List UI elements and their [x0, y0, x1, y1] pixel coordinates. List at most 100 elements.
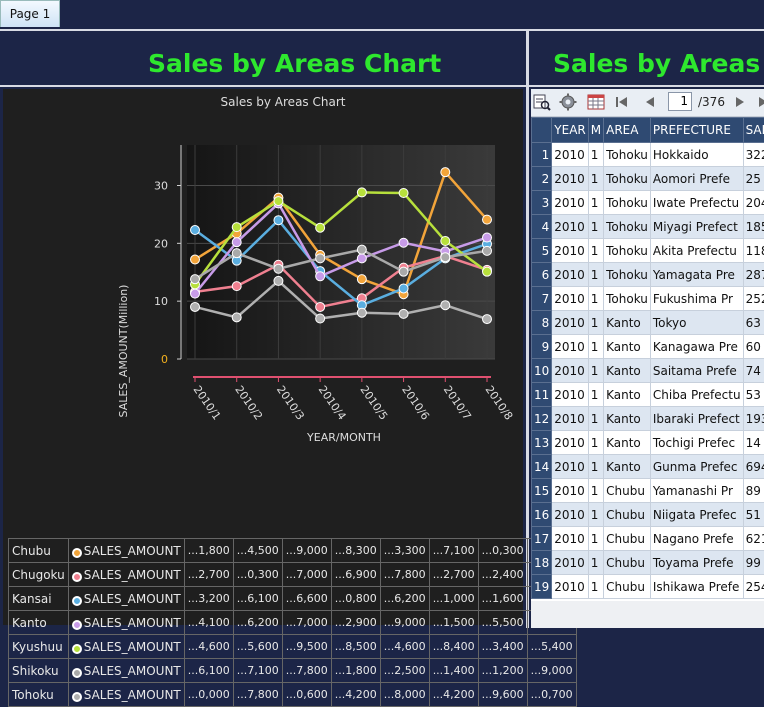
data-point[interactable] — [191, 275, 200, 284]
table-row[interactable]: 720101TohokuFukushima Pr252 — [532, 287, 764, 311]
data-point[interactable] — [232, 282, 241, 291]
legend-value: ...4,200 — [331, 683, 380, 707]
cell-sales: 254 — [743, 575, 764, 599]
column-header-month[interactable]: M — [588, 118, 603, 143]
data-point[interactable] — [399, 309, 408, 318]
table-row[interactable]: 1020101KantoSaitama Prefe74 — [532, 359, 764, 383]
data-point[interactable] — [274, 276, 283, 285]
data-point[interactable] — [399, 267, 408, 276]
data-point[interactable] — [357, 308, 366, 317]
data-point[interactable] — [483, 315, 492, 324]
table-grid-icon[interactable] — [587, 93, 605, 111]
data-point[interactable] — [399, 284, 408, 293]
table-row[interactable]: 1620101ChubuNiigata Prefec51 — [532, 503, 764, 527]
data-point[interactable] — [441, 237, 450, 246]
table-row[interactable]: 520101TohokuAkita Prefectu118 — [532, 239, 764, 263]
data-point[interactable] — [274, 216, 283, 225]
last-page-icon[interactable] — [755, 93, 764, 111]
table-row[interactable]: 620101TohokuYamagata Pre287 — [532, 263, 764, 287]
x-tick-label: 2010/8 — [483, 383, 516, 422]
data-point[interactable] — [191, 289, 200, 298]
legend-value: ...7,000 — [282, 611, 331, 635]
data-point[interactable] — [483, 246, 492, 255]
legend-row: KansaiSALES_AMOUNT...3,200...6,100...6,6… — [9, 587, 577, 611]
table-row[interactable]: 1120101KantoChiba Prefectu53 — [532, 383, 764, 407]
cell-month: 1 — [588, 311, 603, 335]
previous-page-icon[interactable] — [641, 93, 659, 111]
table-row[interactable]: 120101TohokuHokkaido322 — [532, 143, 764, 167]
table-row[interactable]: 1220101KantoIbaraki Prefect193 — [532, 407, 764, 431]
data-point[interactable] — [357, 275, 366, 284]
cell-area: Kanto — [604, 407, 651, 431]
data-point[interactable] — [274, 264, 283, 273]
data-point[interactable] — [441, 253, 450, 262]
data-point[interactable] — [316, 223, 325, 232]
cell-area: Chubu — [604, 503, 651, 527]
table-row[interactable]: 1820101ChubuToyama Prefe99 — [532, 551, 764, 575]
data-point[interactable] — [357, 254, 366, 263]
legend-marker-icon — [72, 572, 82, 582]
data-point[interactable] — [483, 267, 492, 276]
legend-value: ...2,400 — [478, 563, 527, 587]
legend-area-label: Chubu — [9, 539, 69, 563]
table-row[interactable]: 1520101ChubuYamanashi Pr89 — [532, 479, 764, 503]
first-page-icon[interactable] — [613, 93, 631, 111]
search-icon[interactable] — [533, 93, 551, 111]
data-point[interactable] — [357, 245, 366, 254]
cell-year: 2010 — [552, 455, 588, 479]
legend-value: ...1,400 — [429, 659, 478, 683]
data-point[interactable] — [274, 197, 283, 206]
data-point[interactable] — [316, 314, 325, 323]
table-row[interactable]: 1420101KantoGunma Prefec694 — [532, 455, 764, 479]
table-row[interactable]: 1920101ChubuIshikawa Prefe254 — [532, 575, 764, 599]
page-number-input[interactable]: 1 — [668, 92, 692, 111]
legend-measure-label: SALES_AMOUNT — [84, 544, 181, 558]
data-point[interactable] — [191, 302, 200, 311]
data-point[interactable] — [483, 233, 492, 242]
table-row[interactable]: 920101KantoKanagawa Pre60 — [532, 335, 764, 359]
data-point[interactable] — [191, 226, 200, 235]
data-point[interactable] — [232, 223, 241, 232]
data-point[interactable] — [399, 189, 408, 198]
data-point[interactable] — [232, 313, 241, 322]
tab-page-1[interactable]: Page 1 — [0, 0, 60, 27]
legend-value: ...1,500 — [429, 611, 478, 635]
legend-value: ...5,500 — [478, 611, 527, 635]
cell-area: Tohoku — [604, 191, 651, 215]
table-row[interactable]: 420101TohokuMiyagi Prefect185 — [532, 215, 764, 239]
legend-row: ShikokuSALES_AMOUNT...6,100...7,100...7,… — [9, 659, 577, 683]
data-point[interactable] — [316, 272, 325, 281]
legend-value: ...6,900 — [331, 563, 380, 587]
table-row[interactable]: 1720101ChubuNagano Prefe621 — [532, 527, 764, 551]
x-tick-label: 2010/7 — [441, 383, 474, 422]
data-point[interactable] — [441, 168, 450, 177]
row-number: 16 — [532, 503, 552, 527]
data-point[interactable] — [232, 238, 241, 247]
next-page-icon[interactable] — [731, 93, 749, 111]
legend-marker-icon — [72, 644, 82, 654]
data-point[interactable] — [191, 255, 200, 264]
column-header-area[interactable]: AREA — [604, 118, 651, 143]
legend-value: ...0,000 — [184, 683, 233, 707]
data-point[interactable] — [399, 238, 408, 247]
column-header-sales[interactable]: SALE — [743, 118, 764, 143]
data-point[interactable] — [232, 249, 241, 258]
legend-area-label: Chugoku — [9, 563, 69, 587]
data-point[interactable] — [357, 188, 366, 197]
horizontal-scrollbar[interactable] — [531, 601, 764, 628]
cell-prefecture: Ishikawa Prefe — [650, 575, 743, 599]
table-row[interactable]: 820101KantoTokyo63 — [532, 311, 764, 335]
data-point[interactable] — [441, 301, 450, 310]
table-row[interactable]: 320101TohokuIwate Prefectu204 — [532, 191, 764, 215]
cell-prefecture: Yamagata Pre — [650, 263, 743, 287]
x-axis-label: YEAR/MONTH — [306, 431, 381, 444]
gear-icon[interactable] — [559, 93, 577, 111]
data-point[interactable] — [316, 302, 325, 311]
column-header-year[interactable]: YEAR — [552, 118, 588, 143]
table-row[interactable]: 220101TohokuAomori Prefe25 — [532, 167, 764, 191]
column-header-prefecture[interactable]: PREFECTURE — [650, 118, 743, 143]
table-row[interactable]: 1320101KantoTochigi Prefec14 — [532, 431, 764, 455]
data-point[interactable] — [483, 215, 492, 224]
data-point[interactable] — [316, 254, 325, 263]
cell-year: 2010 — [552, 407, 588, 431]
